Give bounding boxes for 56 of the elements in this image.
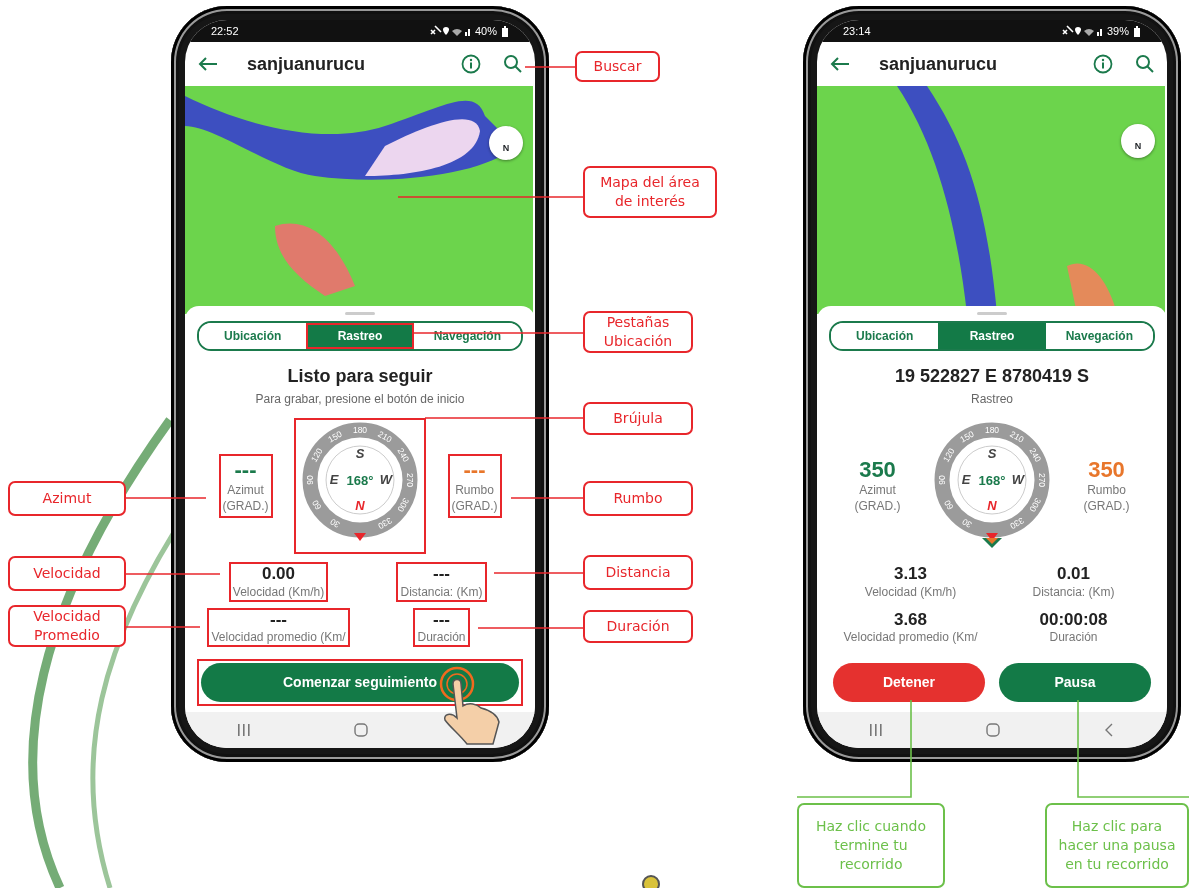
heading-subtitle: Rastreo [971,391,1013,408]
callout-label: Velocidad [8,556,126,591]
heading-title: 19 522827 E 8780419 S [894,365,1090,388]
callout-label: Haz clic cuando termine tu recorrido [797,803,945,888]
callout-label: Haz clic para hacer una pausa en tu recorrido [1045,803,1189,888]
status-icons [1061,25,1103,37]
status-icons [429,25,471,37]
stat-readout: 0.00 Velocidad (Km/h) [228,562,329,602]
search-icon[interactable] [503,54,523,74]
leader-line [524,66,576,68]
stop-button[interactable]: Detener [833,663,985,702]
azimut-readout: --- Azimut (GRAD.) [218,453,273,519]
drag-handle[interactable] [345,312,375,315]
callout-label: Distancia [583,555,693,590]
recent-apps-icon[interactable] [868,723,883,737]
battery-percent: 40% [474,23,497,39]
heading-subtitle: Para grabar, presione el botón de inicio [255,391,465,408]
rumbo-readout: 350 Rumbo (GRAD.) [1082,455,1131,516]
stat-readout: 00:00:08 Duración [1038,608,1109,647]
stat-readout: --- Distancia: (Km) [396,562,487,602]
back-arrow-icon[interactable] [829,55,851,73]
recent-apps-icon[interactable] [236,723,251,737]
pause-button[interactable]: Pausa [999,663,1151,702]
info-icon[interactable] [461,54,481,74]
heading-title: Listo para seguir [287,365,433,388]
app-title: sanjuanurucu [879,52,999,76]
callout-label: Brújula [583,402,693,435]
app-title: sanjuanurucu [247,52,367,76]
drag-handle[interactable] [977,312,1007,315]
battery-percent: 39% [1106,23,1129,39]
callout-label: Velocidad Promedio [8,605,126,647]
callout-label: Duración [583,610,693,643]
callout-label: Mapa del área de interés [583,166,717,218]
rumbo-readout: --- Rumbo (GRAD.) [447,453,502,519]
callout-label: Azimut [8,481,126,516]
stat-readout: --- Duración [413,607,470,648]
home-icon[interactable] [986,723,1000,737]
azimut-readout: 350 Azimut (GRAD.) [853,455,902,516]
battery-icon [501,25,509,37]
callout-label: Buscar [575,51,660,82]
search-icon[interactable] [1135,54,1155,74]
tab[interactable]: Rastreo [306,323,414,349]
back-arrow-icon[interactable] [197,55,219,73]
start-button[interactable]: Comenzar seguimiento [201,663,519,702]
home-icon[interactable] [354,723,368,737]
info-icon[interactable] [1093,54,1113,74]
stat-readout: 3.13 Velocidad (Km/h) [863,563,958,601]
status-time: 23:14 [843,23,871,39]
stat-readout: 0.01 Distancia: (Km) [1031,563,1116,601]
battery-icon [1133,25,1141,37]
callout-label: Rumbo [583,481,693,516]
callout-label: Pestañas Ubicación [583,311,693,353]
tab[interactable]: Rastreo [938,323,1046,349]
stat-readout: 3.68 Velocidad promedio (Km/ [842,608,979,647]
status-time: 22:52 [211,23,239,39]
stat-readout: --- Velocidad promedio (Km/ [207,607,350,648]
